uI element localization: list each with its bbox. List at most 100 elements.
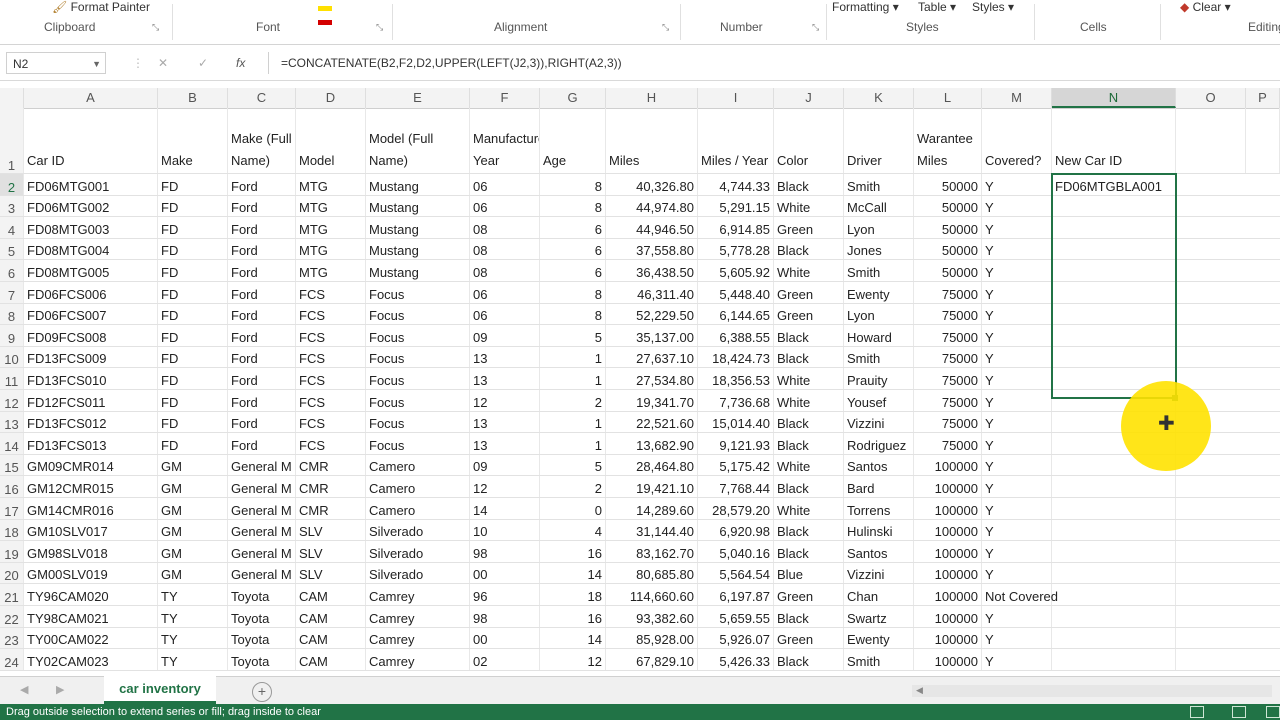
cell[interactable]: Chan [844, 584, 914, 605]
cell[interactable]: Y [982, 174, 1052, 195]
header-cell[interactable] [1176, 108, 1246, 173]
cell[interactable]: 5,291.15 [698, 195, 774, 217]
row-number[interactable]: 23 [0, 627, 24, 649]
header-cell[interactable]: Miles / Year [698, 108, 774, 173]
cell[interactable]: Y [982, 195, 1052, 217]
cell[interactable]: White [774, 454, 844, 476]
cell[interactable]: Not Covered [982, 584, 1058, 605]
cell[interactable]: 9,121.93 [698, 433, 774, 454]
cell[interactable]: GM [158, 476, 228, 497]
row-number[interactable]: 5 [0, 238, 24, 260]
cell[interactable]: General M [228, 562, 296, 584]
row-number[interactable]: 11 [0, 368, 24, 389]
cell[interactable]: FD09FCS008 [24, 325, 158, 346]
cell[interactable]: Swartz [844, 606, 914, 627]
cell[interactable]: FCS [296, 346, 366, 368]
cell[interactable]: FD [158, 282, 228, 303]
cell[interactable]: TY96CAM020 [24, 584, 158, 605]
cell[interactable]: FD06MTG001 [24, 174, 158, 195]
cell[interactable]: 100000 [914, 541, 982, 562]
tab-scroll-left-icon[interactable]: ◀ [20, 683, 28, 696]
cell[interactable]: 06 [470, 195, 540, 217]
cell[interactable]: SLV [296, 519, 366, 541]
column-header-f[interactable]: F [470, 88, 540, 108]
cell[interactable]: Vizzini [844, 562, 914, 584]
cell[interactable]: 75000 [914, 411, 982, 433]
cell[interactable]: 44,946.50 [606, 217, 698, 238]
cell[interactable]: Black [774, 606, 844, 627]
cell[interactable]: Silverado [366, 541, 470, 562]
cell[interactable]: 6 [540, 217, 606, 238]
row-number[interactable]: 8 [0, 303, 24, 325]
cell[interactable]: 8 [540, 195, 606, 217]
cell[interactable]: 6,920.98 [698, 519, 774, 541]
cell[interactable]: White [774, 195, 844, 217]
cell[interactable]: 100000 [914, 454, 982, 476]
column-header-b[interactable]: B [158, 88, 228, 108]
cell[interactable]: CMR [296, 498, 366, 519]
header-cell[interactable]: Age [540, 108, 606, 173]
cell[interactable]: 12 [540, 649, 606, 670]
cell[interactable]: Y [982, 282, 1052, 303]
cell[interactable]: 83,162.70 [606, 541, 698, 562]
row-number[interactable]: 16 [0, 476, 24, 497]
header-cell[interactable]: Model [296, 108, 366, 173]
cell[interactable]: FCS [296, 325, 366, 346]
cell[interactable]: Ford [228, 282, 296, 303]
cell[interactable]: Toyota [228, 627, 296, 649]
cell[interactable]: Ewenty [844, 627, 914, 649]
cell[interactable]: Black [774, 411, 844, 433]
cell[interactable]: 13 [470, 346, 540, 368]
cell[interactable]: CAM [296, 606, 366, 627]
cell[interactable]: General M [228, 541, 296, 562]
cell[interactable]: 37,558.80 [606, 238, 698, 260]
row-number[interactable]: 15 [0, 454, 24, 476]
cell[interactable]: 75000 [914, 433, 982, 454]
row-number[interactable]: 14 [0, 433, 24, 454]
row-number[interactable]: 7 [0, 282, 24, 303]
header-cell[interactable]: Manufacture Year [470, 108, 540, 173]
font-color-swatches[interactable] [300, 0, 360, 25]
cell[interactable]: Silverado [366, 519, 470, 541]
row-number[interactable]: 2 [0, 174, 24, 195]
cell[interactable]: Mustang [366, 260, 470, 281]
column-header-o[interactable]: O [1176, 88, 1246, 108]
cell[interactable]: Silverado [366, 562, 470, 584]
cell[interactable]: 5 [540, 325, 606, 346]
column-header-a[interactable]: A [24, 88, 158, 108]
cell[interactable]: FD06FCS006 [24, 282, 158, 303]
cell[interactable]: 7,768.44 [698, 476, 774, 497]
row-number[interactable]: 9 [0, 325, 24, 346]
cell[interactable]: Y [982, 238, 1052, 260]
cell[interactable]: Camero [366, 454, 470, 476]
row-number[interactable]: 17 [0, 498, 24, 519]
cell[interactable]: 44,974.80 [606, 195, 698, 217]
cell[interactable]: Green [774, 303, 844, 325]
cell[interactable]: 00 [470, 627, 540, 649]
cell[interactable] [1052, 325, 1176, 346]
cell[interactable]: 1 [540, 433, 606, 454]
cell[interactable] [1052, 541, 1176, 562]
cell[interactable]: 100000 [914, 519, 982, 541]
horizontal-scrollbar[interactable]: ◀ [912, 685, 1272, 697]
cell[interactable]: Black [774, 649, 844, 670]
cell[interactable]: Ewenty [844, 282, 914, 303]
header-cell[interactable]: Make [158, 108, 228, 173]
cell[interactable]: General M [228, 454, 296, 476]
cell[interactable]: Y [982, 217, 1052, 238]
cell[interactable]: MTG [296, 174, 366, 195]
header-cell[interactable]: Color [774, 108, 844, 173]
cell[interactable]: TY [158, 627, 228, 649]
cell[interactable]: 100000 [914, 476, 982, 497]
cell[interactable]: 14 [470, 498, 540, 519]
cell[interactable]: Ford [228, 411, 296, 433]
cell[interactable]: 02 [470, 649, 540, 670]
cell[interactable]: Mustang [366, 238, 470, 260]
cell[interactable] [1052, 649, 1176, 670]
cell[interactable]: GM98SLV018 [24, 541, 158, 562]
cell[interactable]: GM00SLV019 [24, 562, 158, 584]
cell[interactable]: FD13FCS010 [24, 368, 158, 389]
cell[interactable]: Mustang [366, 217, 470, 238]
cell[interactable]: Lyon [844, 303, 914, 325]
cell[interactable]: 14 [540, 562, 606, 584]
